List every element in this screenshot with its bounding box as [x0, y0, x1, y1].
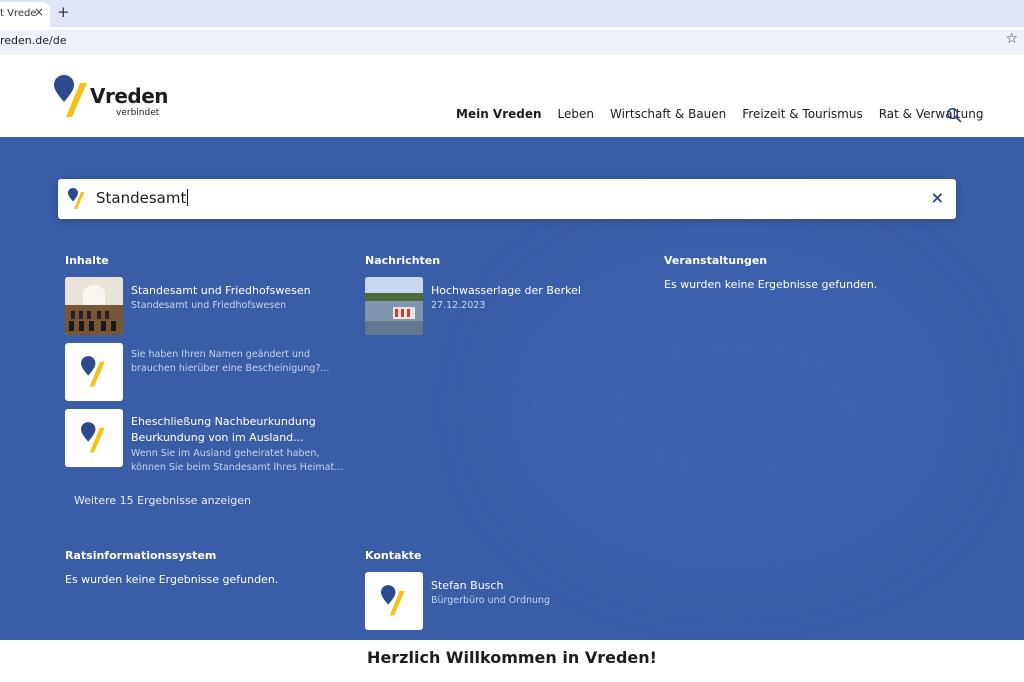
nav-item-wirtschaft-bauen[interactable]: Wirtschaft & Bauen	[610, 107, 726, 121]
logo-tagline: verbindet	[116, 108, 160, 118]
logo-wordmark: Vreden	[90, 84, 169, 108]
result-item[interactable]: Sie haben Ihren Namen geändert und brauc…	[65, 343, 355, 403]
browser-address-bar: reden.de/de ☆	[0, 27, 1024, 54]
text-caret	[187, 189, 189, 206]
search-icon[interactable]	[946, 107, 962, 123]
result-thumbnail	[65, 277, 123, 335]
result-item[interactable]: Eheschließung Nachbeurkundung Beurkundun…	[65, 409, 355, 473]
contact-department: Bürgerbüro und Ordnung	[431, 595, 551, 606]
result-thumbnail	[65, 409, 123, 467]
search-input[interactable]: Standesamt ×	[58, 179, 956, 219]
vreden-logo-mark-icon	[381, 585, 405, 616]
section-title-veranstaltungen: Veranstaltungen	[664, 254, 768, 267]
result-title: Eheschließung Nachbeurkundung	[131, 415, 316, 428]
result-subtitle: Wenn Sie im Ausland geheiratet haben,	[131, 448, 320, 459]
section-title-ratsinformationssystem: Ratsinformationssystem	[65, 549, 217, 562]
vreden-logo-mark-icon	[68, 188, 85, 209]
new-tab-icon[interactable]: +	[57, 3, 70, 21]
vreden-logo[interactable]: Vreden verbindet	[54, 75, 169, 121]
nav-item-rat-verwaltung[interactable]: Rat & Verwaltung	[879, 107, 984, 121]
url-field[interactable]: reden.de/de ☆	[0, 30, 1024, 52]
result-title-line2: Beurkundung von im Ausland...	[131, 431, 304, 444]
nav-item-freizeit-tourismus[interactable]: Freizeit & Tourismus	[742, 107, 862, 121]
browser-tab[interactable]: t Vrede ×	[0, 2, 50, 27]
empty-results-message: Es wurden keine Ergebnisse gefunden.	[65, 573, 279, 586]
nav-item-mein-vreden[interactable]: Mein Vreden	[456, 107, 542, 121]
welcome-banner: Herzlich Willkommen in Vreden!	[0, 640, 1024, 682]
result-thumbnail	[365, 277, 423, 335]
empty-results-message: Es wurden keine Ergebnisse gefunden.	[664, 278, 878, 291]
room-photo-image	[65, 277, 123, 335]
clear-search-icon[interactable]: ×	[931, 188, 944, 207]
result-subtitle-line2: können Sie beim Standesamt Ihres Heimat.…	[131, 462, 344, 473]
result-item[interactable]: Standesamt und Friedhofswesen Standesamt…	[65, 277, 355, 337]
contact-item[interactable]: Stefan Busch Bürgerbüro und Ordnung	[365, 572, 655, 632]
result-title: Standesamt und Friedhofswesen	[131, 284, 311, 297]
result-date: 27.12.2023	[431, 300, 486, 311]
result-thumbnail	[365, 572, 423, 630]
result-thumbnail	[65, 343, 123, 401]
nav-item-leben[interactable]: Leben	[558, 107, 594, 121]
section-title-kontakte: Kontakte	[365, 549, 422, 562]
url-text: reden.de/de	[0, 34, 67, 47]
result-subtitle: Standesamt und Friedhofswesen	[131, 300, 287, 311]
browser-tab-bar: t Vrede × +	[0, 0, 1024, 27]
result-subtitle-line2: brauchen hierüber eine Bescheinigung?...	[131, 363, 330, 374]
result-title: Hochwasserlage der Berkel	[431, 284, 581, 297]
vreden-logo-mark-icon	[54, 75, 87, 117]
vreden-logo-mark-icon	[81, 422, 105, 453]
search-overlay: Standesamt × Inhalte Standesamt und Frie…	[0, 137, 1024, 640]
result-item[interactable]: Hochwasserlage der Berkel 27.12.2023	[365, 277, 655, 337]
site-header: Vreden verbindet Mein Vreden Leben Wirts…	[0, 55, 1024, 137]
contact-name: Stefan Busch	[431, 579, 504, 592]
section-title-nachrichten: Nachrichten	[365, 254, 441, 267]
browser-tab-title: t Vrede	[0, 8, 37, 19]
flood-photo-image	[365, 277, 423, 335]
bookmark-star-icon[interactable]: ☆	[1005, 31, 1018, 47]
more-results-link[interactable]: Weitere 15 Ergebnisse anzeigen	[74, 494, 251, 507]
section-title-inhalte: Inhalte	[65, 254, 109, 267]
main-navigation: Mein Vreden Leben Wirtschaft & Bauen Fre…	[456, 107, 999, 121]
welcome-heading: Herzlich Willkommen in Vreden!	[367, 648, 657, 667]
close-tab-icon[interactable]: ×	[34, 5, 44, 19]
vreden-logo-mark-icon	[81, 356, 105, 387]
result-subtitle: Sie haben Ihren Namen geändert und	[131, 349, 311, 360]
search-query-text: Standesamt	[96, 189, 187, 207]
